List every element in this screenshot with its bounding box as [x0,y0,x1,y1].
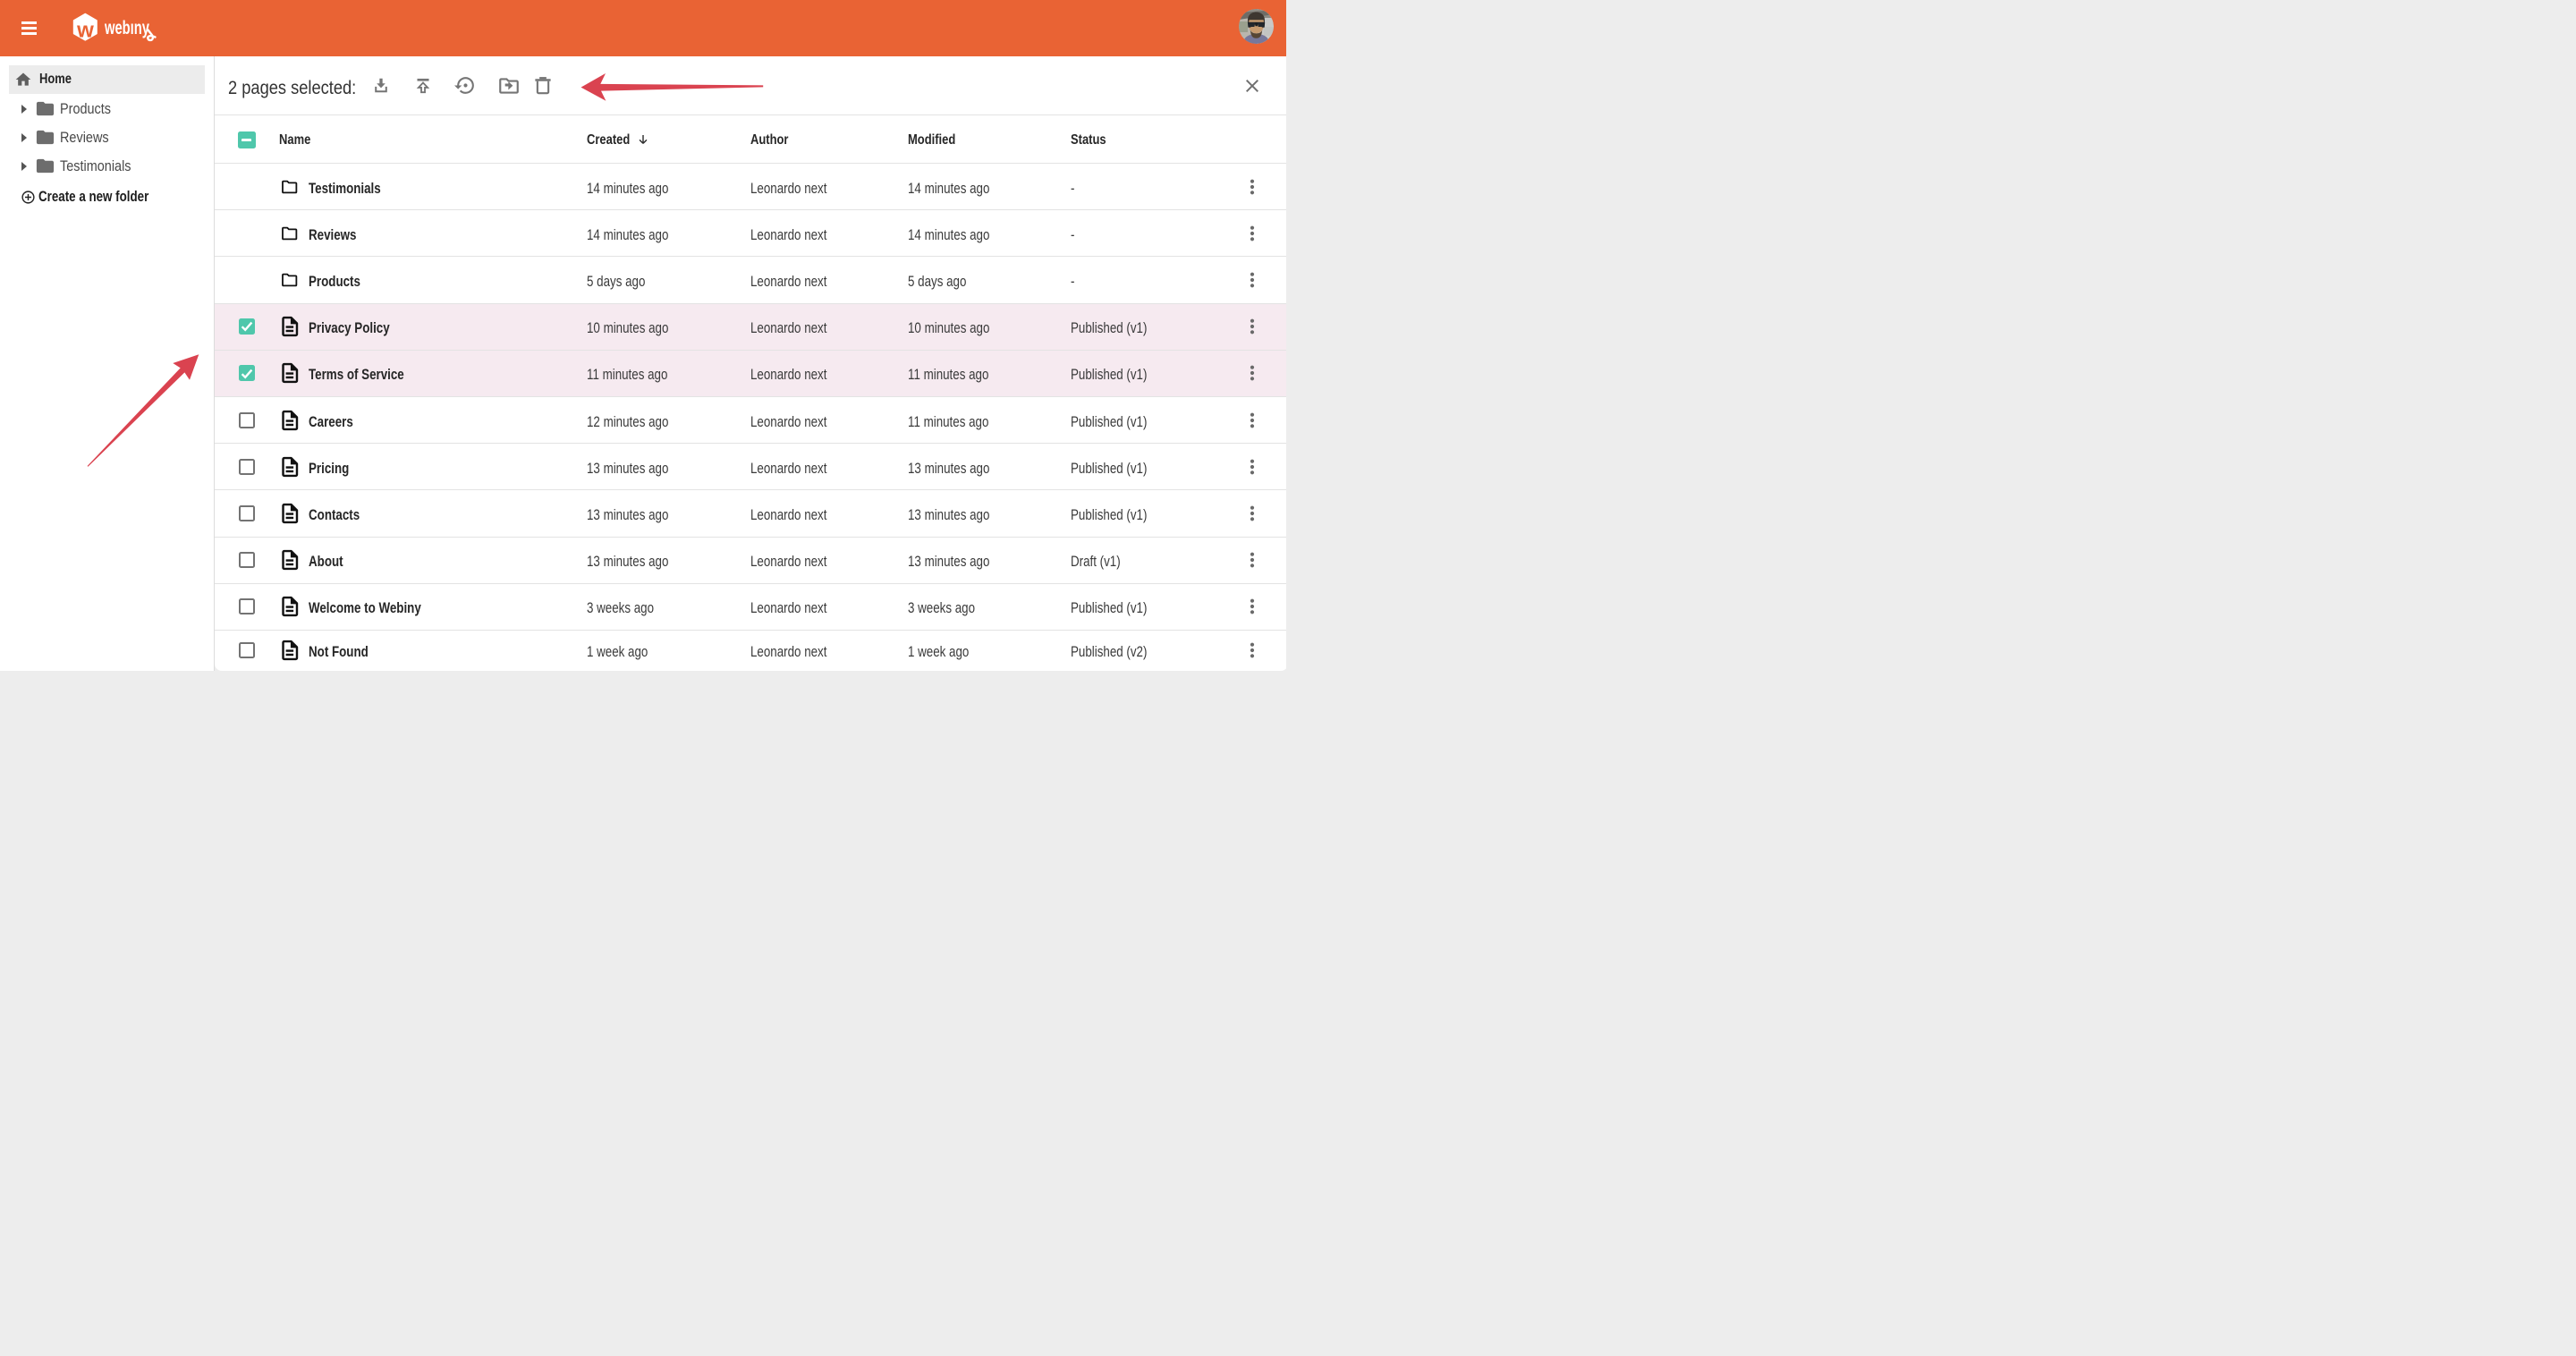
svg-text:webıny: webıny [104,17,149,38]
svg-text:w: w [76,19,94,43]
